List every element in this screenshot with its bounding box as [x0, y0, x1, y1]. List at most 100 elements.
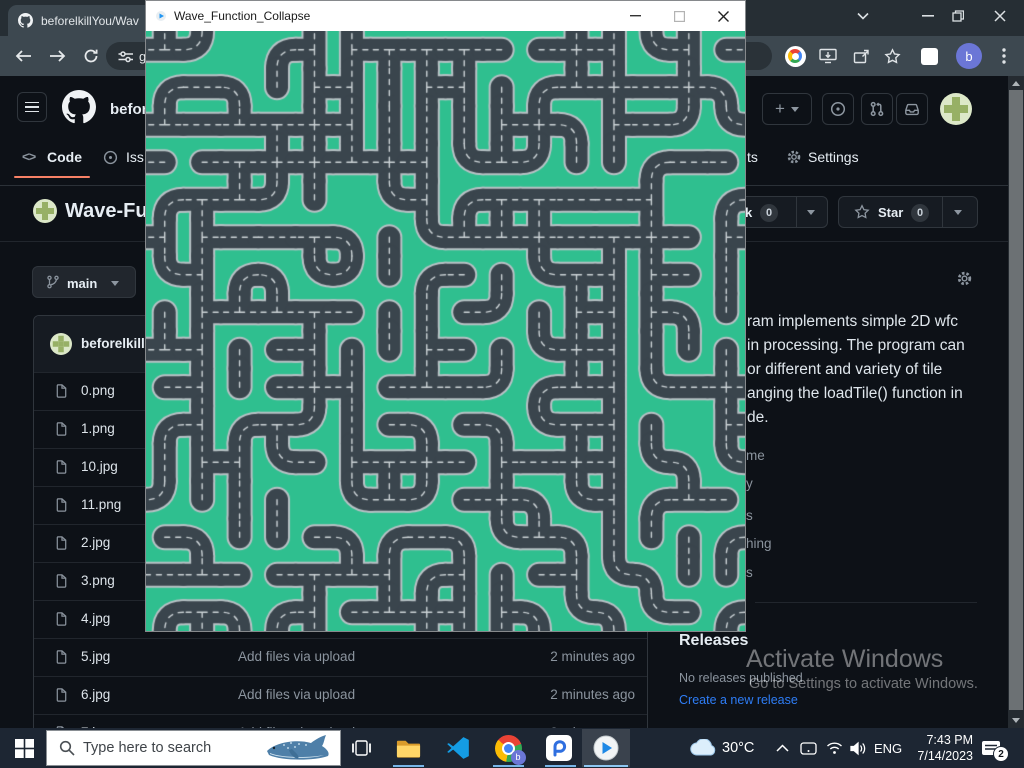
- breadcrumb-account-fragment[interactable]: befor: [110, 101, 148, 118]
- file-table-row: 5.jpg Add files via upload 2 minutes ago: [34, 638, 647, 676]
- language-indicator[interactable]: ENG: [874, 741, 902, 756]
- star-label: Star: [878, 205, 903, 220]
- activate-windows-watermark: Activate Windows: [746, 645, 943, 674]
- github-favicon: [18, 13, 33, 28]
- repo-title-fragment[interactable]: Wave-Fu: [65, 200, 148, 223]
- create-new-button[interactable]: +: [762, 93, 812, 125]
- task-view-button[interactable]: [348, 735, 374, 761]
- chevron-down-icon: [791, 107, 799, 112]
- file-name-link[interactable]: 1.png: [81, 421, 115, 436]
- popup-maximize-button[interactable]: [657, 1, 701, 31]
- active-window-indicator: [584, 765, 628, 767]
- file-icon: [54, 421, 69, 437]
- tab-issues-fragment[interactable]: Iss: [126, 149, 144, 165]
- file-name-link[interactable]: 5.jpg: [81, 649, 110, 664]
- clock[interactable]: 7:43 PM 7/14/2023: [903, 732, 973, 764]
- forward-button[interactable]: [42, 41, 72, 71]
- about-gear-icon[interactable]: [956, 270, 973, 287]
- fork-count-badge: 0: [760, 204, 778, 222]
- reload-button[interactable]: [76, 41, 106, 71]
- file-name-link[interactable]: 10.jpg: [81, 459, 118, 474]
- chrome-icon[interactable]: b: [493, 733, 523, 763]
- create-release-link[interactable]: Create a new release: [679, 693, 798, 707]
- file-table-row: 6.jpg Add files via upload 2 minutes ago: [34, 676, 647, 714]
- active-tab-underline: [14, 176, 90, 178]
- tab-search-button[interactable]: [843, 0, 883, 32]
- file-explorer-icon[interactable]: [393, 733, 423, 763]
- commit-message-link[interactable]: Add files via upload: [238, 687, 355, 702]
- volume-icon[interactable]: [848, 738, 868, 758]
- fork-caret-icon[interactable]: [807, 210, 815, 215]
- file-name-link[interactable]: 3.png: [81, 573, 115, 588]
- popup-close-button[interactable]: [701, 1, 745, 31]
- processing-app-icon[interactable]: [545, 734, 573, 762]
- vscode-icon[interactable]: [443, 733, 473, 763]
- start-button[interactable]: [8, 734, 40, 762]
- commit-author-avatar[interactable]: [50, 333, 72, 355]
- install-app-icon[interactable]: [812, 40, 844, 72]
- browser-restore-button[interactable]: [938, 0, 978, 32]
- whale-shark-image: [264, 733, 336, 763]
- tray-device-icon[interactable]: [798, 738, 818, 758]
- back-button[interactable]: [8, 41, 38, 71]
- tab-insights-fragment[interactable]: ts: [747, 149, 758, 165]
- fork-label-fragment: k: [745, 205, 752, 220]
- scrollbar-up-arrow[interactable]: [1008, 76, 1024, 90]
- about-meta-fragment-forks: s: [746, 565, 753, 580]
- file-icon: [54, 383, 69, 399]
- wave-function-collapse-window[interactable]: Wave_Function_Collapse: [145, 0, 746, 632]
- scrollbar-thumb[interactable]: [1009, 90, 1023, 710]
- notification-center-button[interactable]: 2: [978, 736, 1006, 762]
- weather-cloud-icon[interactable]: [688, 737, 718, 759]
- scrollbar-down-arrow[interactable]: [1008, 713, 1024, 727]
- star-button[interactable]: Star 0: [838, 196, 978, 228]
- file-icon: [54, 687, 69, 703]
- about-line-3: or different and variety of tile: [747, 361, 942, 379]
- wfc-pattern-canvas: [146, 31, 745, 631]
- side-panel-icon[interactable]: [921, 48, 938, 65]
- sketch-play-icon: [156, 11, 166, 21]
- popup-minimize-button[interactable]: [613, 1, 657, 31]
- desktop-screen: beforelkillYou/Wav g: [0, 0, 1024, 768]
- issues-header-icon[interactable]: [822, 93, 854, 125]
- wfc-window-taskbar-button[interactable]: [582, 729, 630, 767]
- clock-time: 7:43 PM: [903, 732, 973, 748]
- browser-close-button[interactable]: [980, 0, 1020, 32]
- file-name-link[interactable]: 6.jpg: [81, 687, 110, 702]
- hamburger-menu-button[interactable]: [17, 92, 47, 122]
- commit-time: 2 minutes ago: [550, 687, 635, 702]
- activate-windows-hint: Go to Settings to activate Windows.: [749, 676, 978, 692]
- tab-code[interactable]: Code: [47, 149, 82, 165]
- pull-requests-header-icon[interactable]: [861, 93, 893, 125]
- popup-titlebar[interactable]: Wave_Function_Collapse: [146, 1, 745, 31]
- github-logo-icon[interactable]: [62, 90, 96, 124]
- branch-selector-button[interactable]: main: [32, 266, 136, 298]
- commit-time: 2 minutes ago: [550, 649, 635, 664]
- file-name-link[interactable]: 2.jpg: [81, 535, 110, 550]
- profile-avatar[interactable]: b: [956, 43, 982, 69]
- file-icon: [54, 497, 69, 513]
- inbox-icon[interactable]: [896, 93, 928, 125]
- google-logo-icon[interactable]: [779, 40, 811, 72]
- temperature-text[interactable]: 30°C: [722, 740, 754, 756]
- taskbar-search-input[interactable]: Type here to search: [46, 730, 341, 766]
- user-avatar[interactable]: [940, 93, 972, 125]
- repo-avatar: [33, 199, 57, 223]
- site-settings-icon[interactable]: [118, 50, 133, 63]
- tray-chevron-up-icon[interactable]: [772, 738, 792, 758]
- file-name-link[interactable]: 11.png: [81, 497, 121, 512]
- search-icon: [59, 740, 75, 756]
- browser-menu-icon[interactable]: [988, 40, 1020, 72]
- bookmark-star-icon[interactable]: [876, 40, 908, 72]
- about-meta-fragment-activity: y: [746, 476, 753, 491]
- tab-settings[interactable]: Settings: [808, 149, 859, 165]
- commit-message-link[interactable]: Add files via upload: [238, 649, 355, 664]
- file-name-link[interactable]: 4.jpg: [81, 611, 110, 626]
- share-icon[interactable]: [845, 40, 877, 72]
- commit-author-fragment[interactable]: beforelkill: [81, 336, 145, 351]
- wifi-icon[interactable]: [824, 738, 844, 758]
- processing-open-indicator: [545, 765, 576, 767]
- star-caret-icon[interactable]: [954, 210, 962, 215]
- file-name-link[interactable]: 0.png: [81, 383, 115, 398]
- about-meta-fragment-watching: hing: [746, 536, 772, 551]
